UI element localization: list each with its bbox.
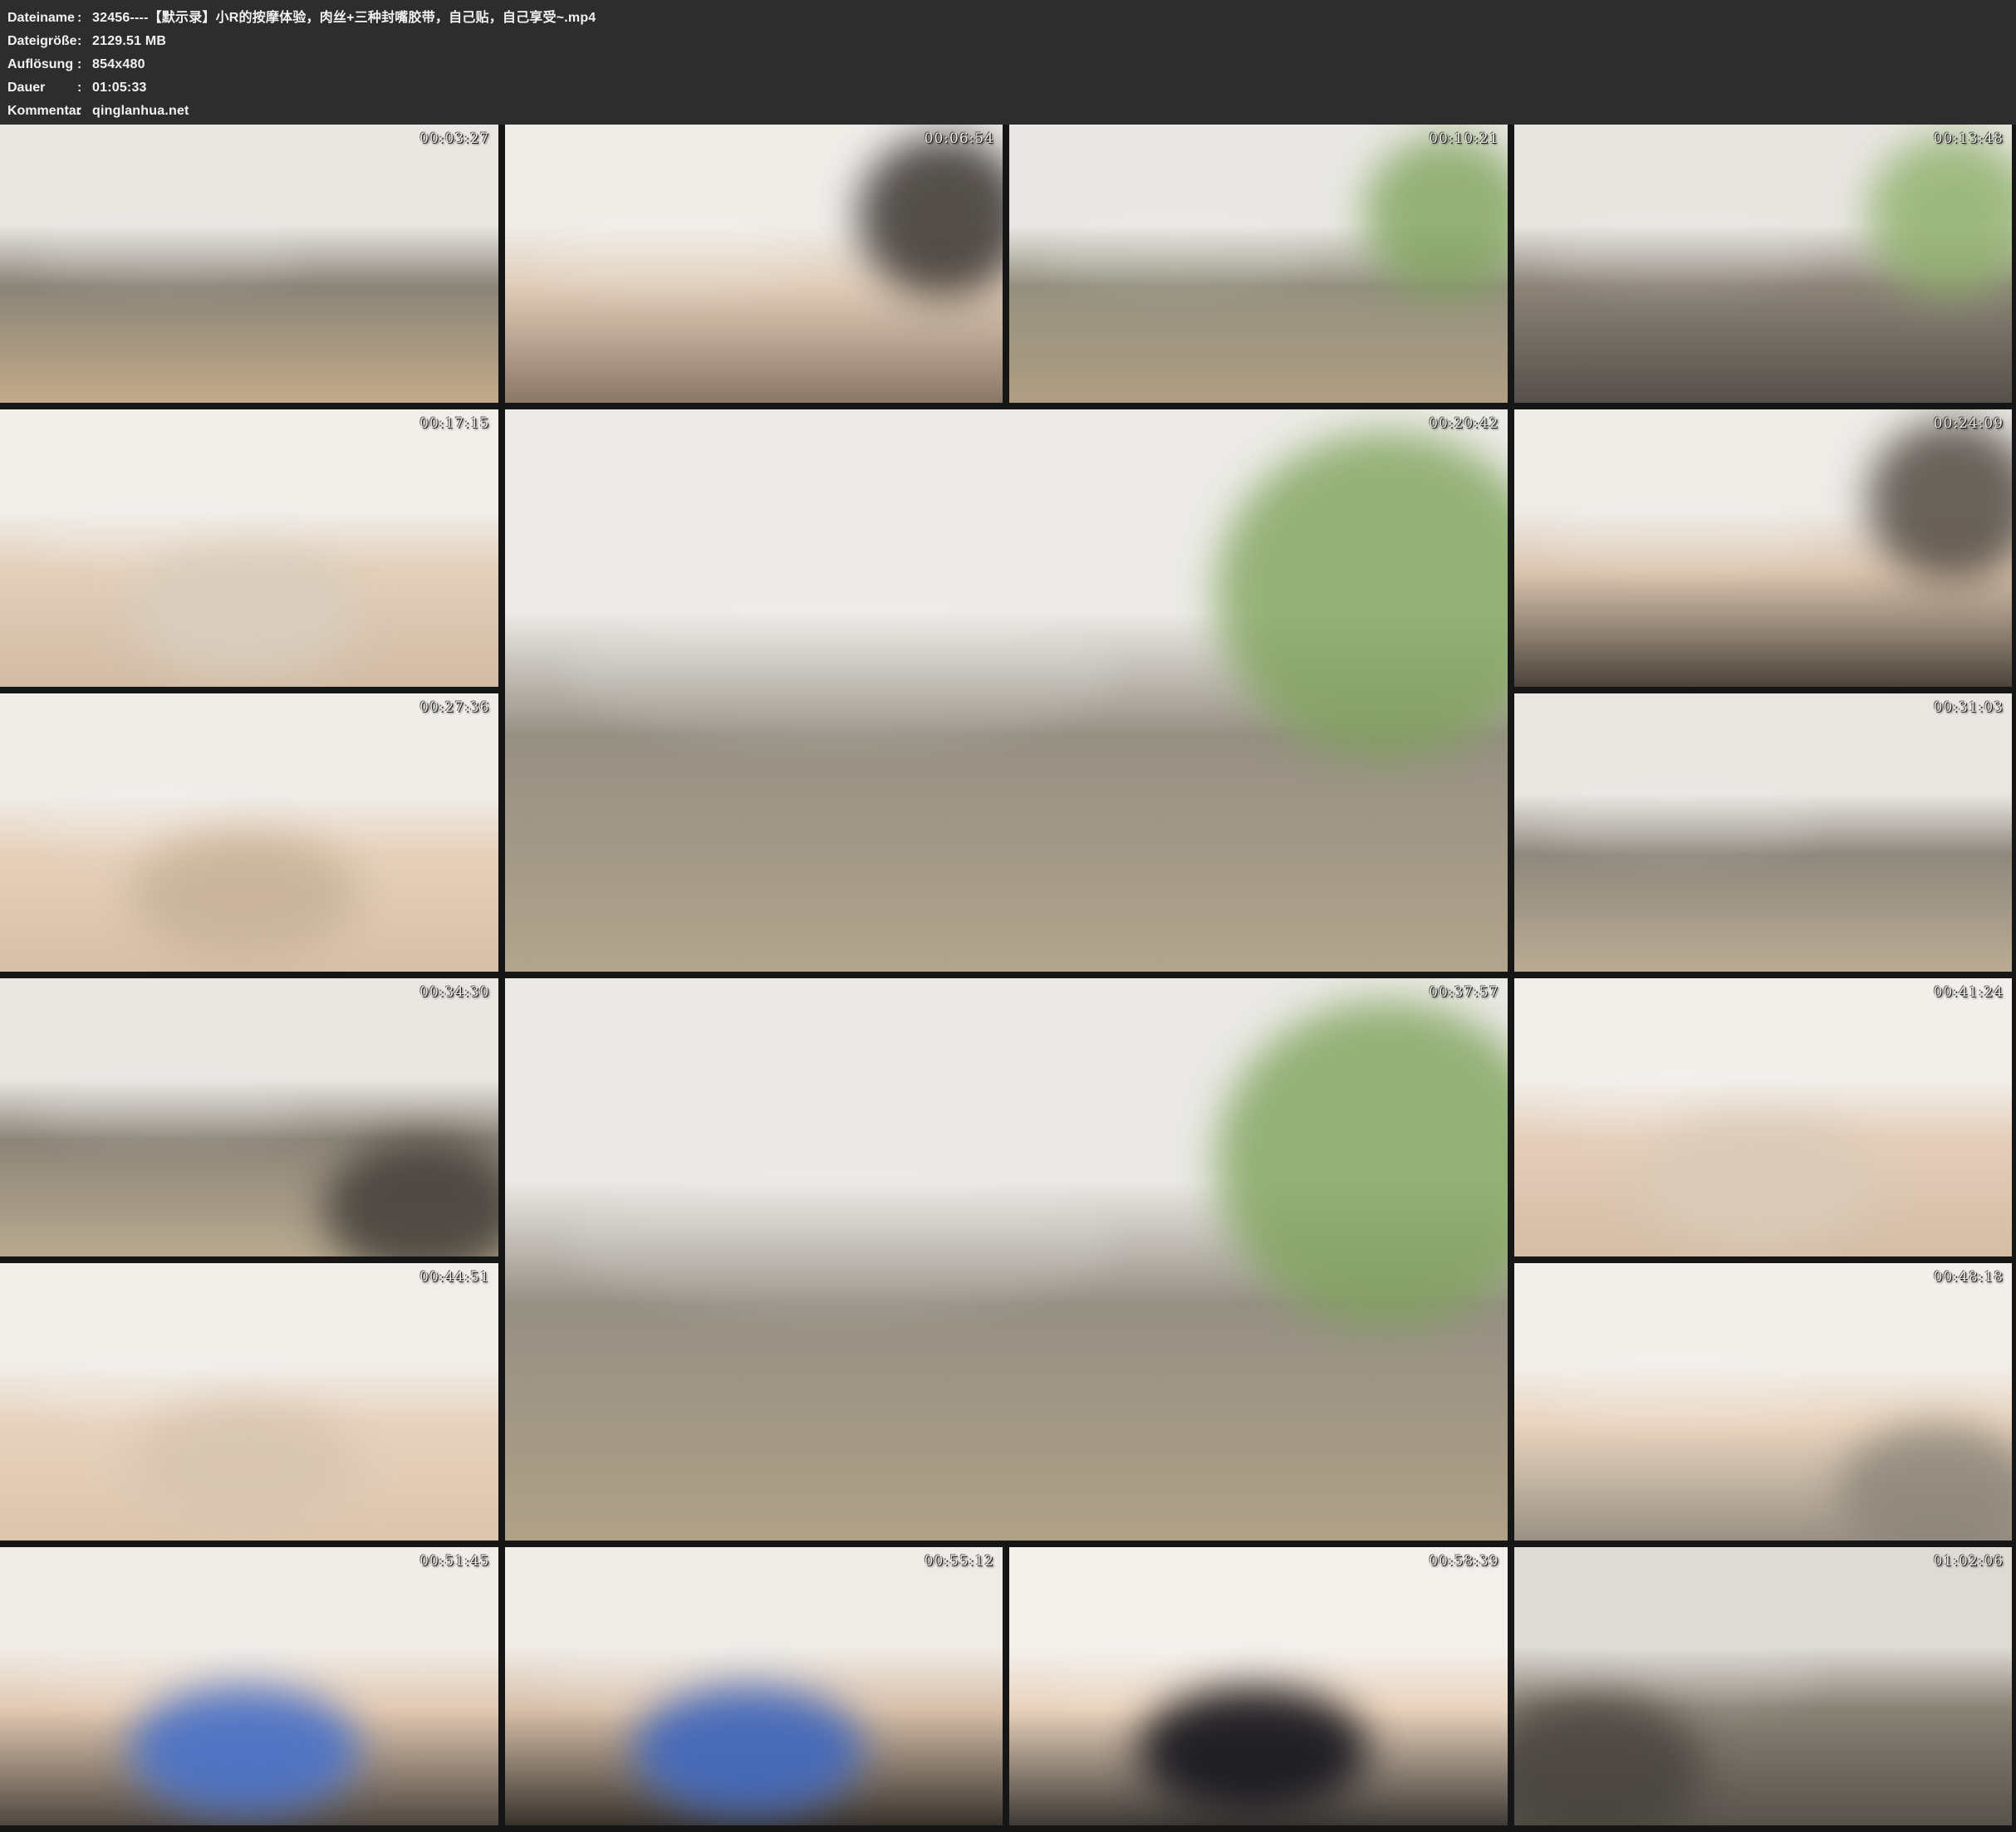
thumb-accent-shape <box>634 1687 863 1815</box>
video-thumbnail[interactable]: 00:13:48 <box>1514 125 2013 403</box>
thumb-timestamp: 00:34:30 <box>419 984 489 1001</box>
meta-row-filesize: Dateigröße : 2129.51 MB <box>7 30 2016 53</box>
thumb-timestamp: 00:20:42 <box>1429 415 1499 432</box>
thumb-accent-shape <box>130 833 359 961</box>
thumb-accent-shape <box>1139 1687 1368 1815</box>
thumb-timestamp: 00:10:21 <box>1429 130 1499 147</box>
separator-colon: : <box>77 53 92 76</box>
separator-colon: : <box>77 30 92 53</box>
thumb-accent-shape <box>1837 1424 2012 1541</box>
thumb-timestamp: 01:02:06 <box>1934 1553 2004 1570</box>
filename-label: Dateiname <box>7 7 77 30</box>
video-thumbnail[interactable]: 00:51:45 <box>0 1547 498 1825</box>
video-thumbnail[interactable]: 00:41:24 <box>1514 978 2013 1256</box>
thumb-accent-shape <box>324 1139 498 1256</box>
thumb-timestamp: 00:55:12 <box>925 1553 994 1570</box>
thumb-accent-shape <box>1363 135 1508 296</box>
video-thumbnail[interactable]: 00:27:36 <box>0 693 498 972</box>
thumb-accent-shape <box>1216 432 1507 758</box>
thumb-accent-shape <box>130 548 359 676</box>
thumb-timestamp: 00:31:03 <box>1934 699 2004 716</box>
file-metadata-header: Dateiname : 32456----【默示录】小R的按摩体验，肉丝+三种封… <box>0 0 2016 125</box>
video-thumbnail[interactable]: 00:58:39 <box>1009 1547 1508 1825</box>
thumbnail-grid: 00:03:27 00:06:54 00:10:21 00:13:48 00:1… <box>0 125 2016 1832</box>
meta-row-filename: Dateiname : 32456----【默示录】小R的按摩体验，肉丝+三种封… <box>7 7 2016 30</box>
separator-colon: : <box>77 7 92 30</box>
video-thumbnail[interactable]: 00:03:27 <box>0 125 498 403</box>
video-thumbnail[interactable]: 00:34:30 <box>0 978 498 1256</box>
filesize-label: Dateigröße <box>7 30 77 53</box>
thumb-timestamp: 00:27:36 <box>419 699 489 716</box>
video-thumbnail[interactable]: 00:55:12 <box>505 1547 1003 1825</box>
video-thumbnail[interactable]: 00:31:03 <box>1514 693 2013 972</box>
video-thumbnail-large[interactable]: 00:37:57 <box>505 978 1508 1541</box>
thumb-accent-shape <box>1216 1001 1507 1327</box>
thumb-timestamp: 00:41:24 <box>1934 984 2004 1001</box>
duration-value: 01:05:33 <box>92 76 147 100</box>
thumb-timestamp: 00:37:57 <box>1429 984 1499 1001</box>
thumb-accent-shape <box>1867 135 2012 296</box>
video-thumbnail[interactable]: 00:06:54 <box>505 125 1003 403</box>
comment-label: Kommentar <box>7 100 77 123</box>
contact-sheet-page: { "header": { "fields": [ {"label": "Dat… <box>0 0 2016 1832</box>
thumb-timestamp: 00:17:15 <box>419 415 489 432</box>
video-thumbnail[interactable]: 00:17:15 <box>0 409 498 688</box>
video-thumbnail[interactable]: 01:02:06 <box>1514 1547 2013 1825</box>
video-thumbnail[interactable]: 00:48:18 <box>1514 1263 2013 1541</box>
meta-row-duration: Dauer : 01:05:33 <box>7 76 2016 100</box>
resolution-value: 854x480 <box>92 53 145 76</box>
thumb-accent-shape <box>130 1687 359 1815</box>
video-thumbnail[interactable]: 00:24:09 <box>1514 409 2013 688</box>
separator-colon: : <box>77 76 92 100</box>
thumb-accent-shape <box>130 1402 359 1530</box>
thumb-timestamp: 00:58:39 <box>1429 1553 1499 1570</box>
thumb-accent-shape <box>1514 1695 1704 1825</box>
filename-value: 32456----【默示录】小R的按摩体验，肉丝+三种封嘴胶带，自己贴，自己享受… <box>92 7 596 30</box>
thumb-timestamp: 00:13:48 <box>1934 130 2004 147</box>
filesize-value: 2129.51 MB <box>92 30 166 53</box>
meta-row-comment: Kommentar : qinglanhua.net <box>7 100 2016 123</box>
thumb-accent-shape <box>858 135 1003 296</box>
video-thumbnail[interactable]: 00:44:51 <box>0 1263 498 1541</box>
resolution-label: Auflösung <box>7 53 77 76</box>
thumb-timestamp: 00:44:51 <box>419 1269 489 1286</box>
video-thumbnail[interactable]: 00:10:21 <box>1009 125 1508 403</box>
thumb-timestamp: 00:51:45 <box>419 1553 489 1570</box>
thumb-timestamp: 00:03:27 <box>419 130 489 147</box>
thumb-timestamp: 00:24:09 <box>1934 415 2004 432</box>
separator-colon: : <box>77 100 92 123</box>
thumb-timestamp: 00:06:54 <box>925 130 994 147</box>
thumb-accent-shape <box>1643 1117 1872 1245</box>
comment-value: qinglanhua.net <box>92 100 189 123</box>
thumb-timestamp: 00:48:18 <box>1934 1269 2004 1286</box>
video-thumbnail-large[interactable]: 00:20:42 <box>505 409 1508 972</box>
duration-label: Dauer <box>7 76 77 100</box>
thumb-accent-shape <box>1867 420 2012 581</box>
meta-row-resolution: Auflösung : 854x480 <box>7 53 2016 76</box>
